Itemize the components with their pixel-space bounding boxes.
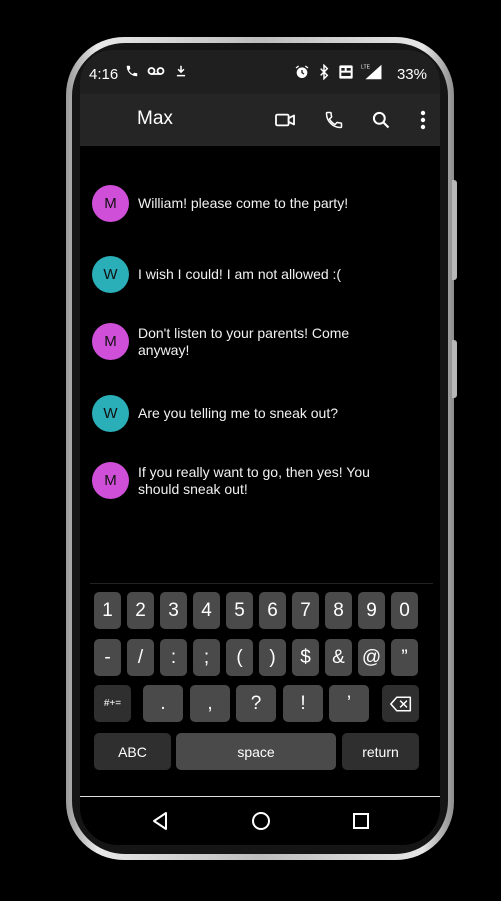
message-text: Are you telling me to sneak out?	[138, 405, 339, 421]
alarm-icon	[294, 64, 310, 83]
lte-signal-icon: LTE	[361, 64, 383, 83]
phone-call-icon[interactable]	[322, 108, 346, 132]
message-item: W Are you telling me to sneak out?	[92, 395, 422, 432]
app-bar: Max	[80, 94, 440, 146]
phone-screen: 4:16 LTE 33% Max M William! please come …	[80, 50, 440, 845]
avatar: W	[92, 256, 129, 293]
key-0[interactable]: 0	[391, 592, 418, 629]
recents-icon[interactable]	[349, 809, 373, 833]
home-icon[interactable]	[249, 809, 273, 833]
key-more-symbols[interactable]: #+=	[94, 685, 131, 722]
key-close-paren[interactable]: )	[259, 639, 286, 676]
power-button	[452, 180, 457, 280]
avatar: M	[92, 323, 129, 360]
key-6[interactable]: 6	[259, 592, 286, 629]
key-7[interactable]: 7	[292, 592, 319, 629]
volte-icon	[338, 64, 354, 83]
message-item: M William! please come to the party!	[92, 185, 422, 222]
key-apostrophe[interactable]: ’	[329, 685, 369, 722]
key-space[interactable]: space	[176, 733, 336, 770]
chat-title: Max	[137, 108, 173, 129]
key-ampersand[interactable]: &	[325, 639, 352, 676]
message-text: I wish I could! I am not allowed :(	[138, 266, 342, 282]
message-item: M If you really want to go, then yes! Yo…	[92, 462, 422, 499]
key-colon[interactable]: :	[160, 639, 187, 676]
volume-button	[452, 340, 457, 398]
key-4[interactable]: 4	[193, 592, 220, 629]
key-at[interactable]: @	[358, 639, 385, 676]
key-open-paren[interactable]: (	[226, 639, 253, 676]
search-icon[interactable]	[369, 108, 393, 132]
message-text: If you really want to go, then yes! You …	[138, 463, 370, 497]
key-quote[interactable]: ”	[391, 639, 418, 676]
more-vert-icon[interactable]	[411, 108, 435, 132]
message-list: M William! please come to the party! W I…	[80, 146, 440, 586]
key-8[interactable]: 8	[325, 592, 352, 629]
avatar: W	[92, 395, 129, 432]
key-question[interactable]: ?	[236, 685, 276, 722]
avatar: M	[92, 462, 129, 499]
key-period[interactable]: .	[143, 685, 183, 722]
key-comma[interactable]: ,	[190, 685, 230, 722]
key-semicolon[interactable]: ;	[193, 639, 220, 676]
key-3[interactable]: 3	[160, 592, 187, 629]
download-icon	[174, 64, 188, 81]
key-abc[interactable]: ABC	[94, 733, 171, 770]
message-text: Don't listen to your parents! Come anywa…	[138, 324, 350, 358]
avatar: M	[92, 185, 129, 222]
bluetooth-icon	[318, 63, 330, 83]
key-hyphen[interactable]: -	[94, 639, 121, 676]
key-2[interactable]: 2	[127, 592, 154, 629]
svg-text:LTE: LTE	[361, 64, 371, 70]
key-return[interactable]: return	[342, 733, 419, 770]
phone-icon	[125, 64, 139, 81]
key-5[interactable]: 5	[226, 592, 253, 629]
voicemail-icon	[147, 64, 165, 81]
key-exclamation[interactable]: !	[283, 685, 323, 722]
back-icon[interactable]	[148, 809, 172, 833]
key-1[interactable]: 1	[94, 592, 121, 629]
battery-percentage: 33%	[396, 66, 427, 83]
key-9[interactable]: 9	[358, 592, 385, 629]
key-dollar[interactable]: $	[292, 639, 319, 676]
keyboard: 1 2 3 4 5 6 7 8 9 0 - / : ; ( ) $ & @ ” …	[90, 583, 433, 794]
key-slash[interactable]: /	[127, 639, 154, 676]
backspace-icon[interactable]	[382, 685, 419, 722]
message-item: M Don't listen to your parents! Come any…	[92, 323, 422, 360]
navigation-bar	[80, 796, 440, 845]
status-time: 4:16	[89, 66, 119, 83]
video-call-icon[interactable]	[273, 108, 297, 132]
status-bar: 4:16 LTE 33%	[80, 50, 440, 94]
message-text: William! please come to the party!	[138, 195, 349, 211]
message-item: W I wish I could! I am not allowed :(	[92, 256, 422, 293]
